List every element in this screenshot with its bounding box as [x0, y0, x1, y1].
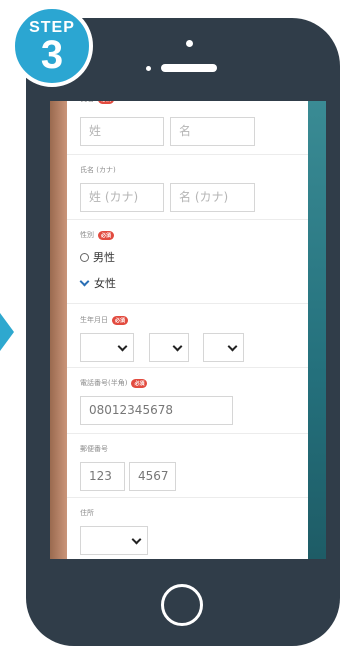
name-section: 氏名 必須 姓 名: [67, 101, 308, 155]
registration-form: 氏名必須 姓 名 氏名 (カナ) 姓 (カナ) 名 (カナ) 性別必須 男性 女…: [67, 101, 308, 559]
birth-month-select[interactable]: [149, 333, 189, 362]
chevron-down-icon: [172, 341, 183, 352]
gender-option-female[interactable]: 女性: [79, 275, 116, 293]
home-button[interactable]: [161, 584, 203, 626]
phone-label: 電話番号(半角) 必須: [80, 378, 148, 388]
required-badge: 必須: [131, 378, 148, 388]
phone-section: 電話番号(半角) 必須 08012345678: [67, 368, 308, 434]
phone-label-text: 電話番号(半角): [80, 379, 128, 387]
phone-screen: 氏名必須 姓 名 氏名 (カナ) 姓 (カナ) 名 (カナ) 性別必須 男性 女…: [50, 101, 326, 559]
gender-label-text: 性別: [80, 231, 94, 239]
sensor-dot: [146, 66, 151, 71]
chevron-down-icon: [117, 341, 128, 352]
chevron-down-icon: [131, 534, 142, 545]
first-name-kana-input[interactable]: 名 (カナ): [170, 183, 255, 212]
phone-input[interactable]: 08012345678: [80, 396, 233, 425]
birth-year-select[interactable]: [80, 333, 134, 362]
speaker-grille: [161, 64, 217, 72]
name-kana-label: 氏名 (カナ): [80, 166, 116, 174]
radio-circle-icon: [80, 252, 89, 262]
chevron-down-icon: [227, 341, 238, 352]
gender-option-label: 男性: [93, 251, 115, 264]
postal-code-part2-input[interactable]: 4567: [129, 462, 176, 491]
gender-option-male[interactable]: 男性: [80, 249, 115, 267]
name-kana-section: 氏名 (カナ) 姓 (カナ) 名 (カナ): [67, 155, 308, 220]
postal-label: 郵便番号: [80, 445, 108, 453]
camera-dot: [186, 40, 193, 47]
background-photo: [308, 101, 326, 559]
step-badge: STEP 3: [11, 5, 93, 87]
address-section: 住所: [67, 498, 308, 559]
gender-label: 性別 必須: [80, 230, 115, 240]
postal-section: 郵便番号 123 4567: [67, 434, 308, 498]
last-name-input[interactable]: 姓: [80, 117, 164, 146]
birthdate-section: 生年月日 必須: [67, 304, 308, 368]
required-badge: 必須: [98, 101, 115, 104]
birthdate-label: 生年月日 必須: [80, 315, 129, 325]
step-number: 3: [40, 33, 64, 77]
first-name-input[interactable]: 名: [170, 117, 255, 146]
prefecture-select[interactable]: [80, 526, 148, 555]
last-name-kana-input[interactable]: 姓 (カナ): [80, 183, 164, 212]
address-label: 住所: [80, 509, 94, 517]
name-label-text: 氏名: [80, 101, 94, 103]
birth-day-select[interactable]: [203, 333, 244, 362]
check-icon: [79, 276, 90, 286]
required-badge: 必須: [98, 230, 115, 240]
required-badge: 必須: [112, 315, 129, 325]
left-arrow-icon: [0, 313, 14, 351]
postal-code-part1-input[interactable]: 123: [80, 462, 125, 491]
gender-option-label: 女性: [94, 277, 116, 290]
name-label: 氏名 必須: [80, 101, 115, 104]
birthdate-label-text: 生年月日: [80, 316, 108, 324]
gender-section: 性別 必須 男性 女性: [67, 220, 308, 304]
